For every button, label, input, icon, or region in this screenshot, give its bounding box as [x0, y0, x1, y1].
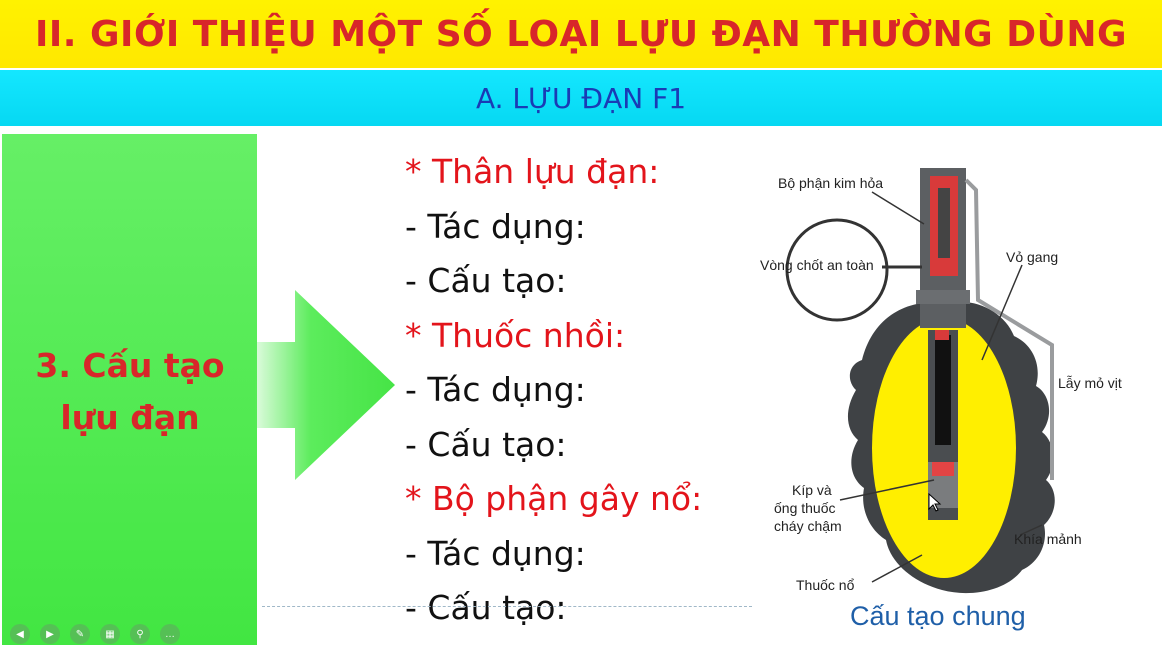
label-firing-mechanism: Bộ phận kim hỏa — [778, 175, 883, 191]
right-arrow-icon — [255, 290, 395, 480]
delay-charge — [935, 335, 951, 445]
list-item: - Tác dụng: — [405, 533, 586, 573]
content-list: * Thân lựu đạn: - Tác dụng: - Cấu tạo: * Th… — [405, 148, 702, 639]
label-lever: Lẫy mỏ vịt — [1058, 375, 1122, 391]
primer-red — [935, 330, 949, 340]
prev-icon[interactable]: ◀ — [10, 624, 30, 644]
grid-icon[interactable]: ▦ — [100, 624, 120, 644]
slide-subtitle: A. LỰU ĐẠN F1 — [475, 81, 687, 115]
label-safety-ring: Vòng chốt an toàn — [760, 257, 874, 273]
list-item: - Cấu tạo: — [405, 261, 567, 300]
label-detonator-3: cháy chậm — [774, 518, 842, 534]
mouse-cursor-icon — [928, 493, 942, 512]
diagram-caption: Cấu tạo chung — [850, 601, 1026, 631]
next-icon[interactable]: ▶ — [40, 624, 60, 644]
label-fragment-grooves: Khía mảnh — [1014, 531, 1082, 547]
fuze-collar — [916, 290, 970, 304]
section-label-line1: 3. Cấu tạo — [35, 346, 225, 385]
list-item: - Cấu tạo: — [405, 424, 567, 464]
pen-icon[interactable]: ✎ — [70, 624, 90, 644]
section-label: 3. Cấu tạo lựu đạn — [14, 340, 246, 444]
list-heading: * Thân lựu đạn: — [405, 152, 660, 191]
cap-red — [932, 462, 954, 476]
label-iron-shell: Vỏ gang — [1006, 249, 1058, 265]
list-heading: * Bộ phận gây nổ: — [405, 479, 703, 518]
player-controls: ◀ ▶ ✎ ▦ ⚲ … — [10, 624, 180, 644]
slide-title: II. GIỚI THIỆU MỘT SỐ LOẠI LỰU ĐẠN THƯỜN… — [34, 13, 1128, 55]
subtitle-banner: A. LỰU ĐẠN F1 — [0, 70, 1162, 126]
list-item: - Tác dụng: — [405, 370, 586, 409]
title-banner: II. GIỚI THIỆU MỘT SỐ LOẠI LỰU ĐẠN THƯỜN… — [0, 0, 1162, 68]
more-icon[interactable]: … — [160, 624, 180, 644]
striker-spring — [938, 188, 950, 258]
label-explosive: Thuốc nổ — [796, 577, 855, 593]
list-item: - Cấu tạo: — [405, 588, 567, 627]
section-label-line2: lựu đạn — [60, 398, 200, 437]
list-item: - Tác dụng: — [405, 206, 586, 246]
zoom-icon[interactable]: ⚲ — [130, 624, 150, 644]
label-detonator-1: Kíp và — [792, 482, 832, 498]
divider — [262, 606, 752, 607]
grenade-diagram: Bộ phận kim hỏa Vòng chốt an toàn Vỏ gan… — [760, 168, 1122, 631]
label-detonator-2: ống thuốc — [774, 500, 836, 516]
list-heading: * Thuốc nhồi: — [405, 315, 626, 355]
